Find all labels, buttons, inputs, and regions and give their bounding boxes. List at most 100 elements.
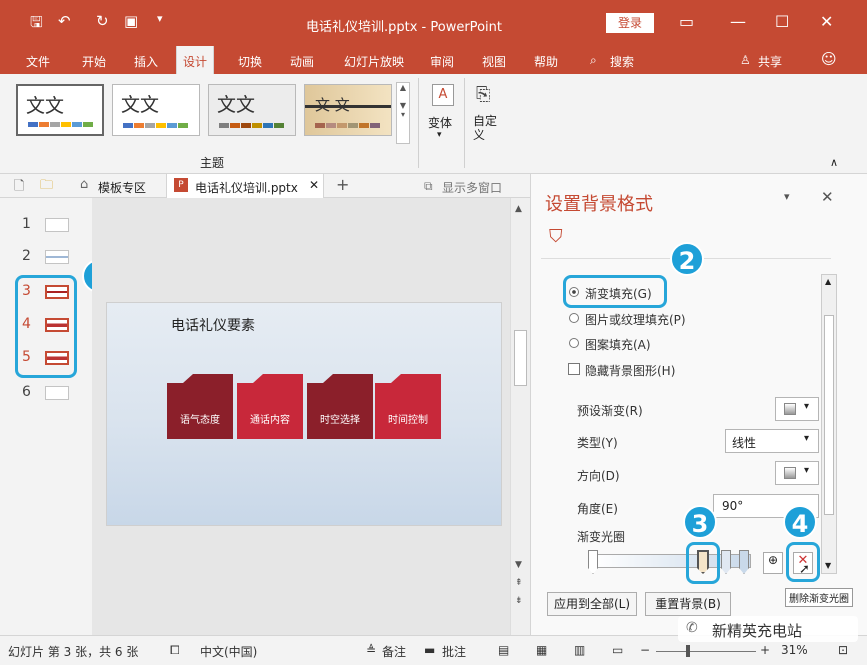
variants-button[interactable]: 变体 xyxy=(428,114,452,131)
preset-gradient-dropdown[interactable]: ▾ xyxy=(775,397,819,421)
gradient-stop-handle[interactable] xyxy=(588,550,598,574)
picture-fill-radio[interactable] xyxy=(569,313,579,323)
tab-help[interactable]: 帮助 xyxy=(528,51,564,72)
hide-graphics-checkbox[interactable] xyxy=(568,363,580,375)
smiley-icon[interactable]: ☺ xyxy=(815,48,843,70)
multi-window-icon[interactable]: ⧉ xyxy=(424,179,433,194)
theme-thumb-1[interactable]: 文文 xyxy=(16,84,104,136)
tab-file[interactable]: 文件 xyxy=(20,51,56,72)
zoom-level[interactable]: 31% xyxy=(781,643,808,657)
tab-design[interactable]: 设计 xyxy=(176,46,215,74)
pane-scrollbar[interactable]: ▲ ▼ xyxy=(821,274,837,574)
pattern-fill-label[interactable]: 图案填充(A) xyxy=(585,336,651,353)
add-gradient-stop-icon[interactable]: ⊕ xyxy=(763,552,783,574)
language-status[interactable]: 中文(中国) xyxy=(200,643,257,660)
maximize-icon[interactable]: ☐ xyxy=(775,12,789,31)
undo-icon[interactable]: ↶ xyxy=(58,12,71,30)
hide-graphics-label[interactable]: 隐藏背景图形(H) xyxy=(585,362,675,379)
search-icon[interactable]: ⌕ xyxy=(584,51,603,70)
theme-gallery-scroll[interactable]: ▲ ▼ ▾ xyxy=(396,82,410,144)
pattern-fill-radio[interactable] xyxy=(569,338,579,348)
fit-slide-icon[interactable]: ⊡ xyxy=(838,643,848,657)
gradient-stop-handle[interactable] xyxy=(739,550,749,574)
notes-icon[interactable]: ≜ xyxy=(366,643,376,657)
present-icon[interactable]: ▣ xyxy=(124,12,138,30)
gradient-stop-handle[interactable] xyxy=(721,550,731,574)
reset-background-button[interactable]: 重置背景(B) xyxy=(645,592,731,616)
tab-transitions[interactable]: 切换 xyxy=(232,51,268,72)
comments-icon[interactable]: ▬ xyxy=(424,643,435,657)
tab-slideshow[interactable]: 幻灯片放映 xyxy=(338,51,410,72)
customize-button[interactable]: 自定义 xyxy=(473,114,499,142)
type-dropdown[interactable]: 线性 ▾ xyxy=(725,429,819,453)
home-icon[interactable]: ⌂ xyxy=(80,177,88,192)
apply-to-all-button[interactable]: 应用到全部(L) xyxy=(547,592,637,616)
tab-view[interactable]: 视图 xyxy=(476,51,512,72)
minimize-icon[interactable]: — xyxy=(730,12,746,31)
highlight-box-4 xyxy=(786,542,820,582)
slide-box-4: 时间控制 xyxy=(375,383,441,439)
editor-scrollbar[interactable]: ▲ ▼ ⇞ ⇟ xyxy=(510,198,530,635)
zoom-out-icon[interactable]: − xyxy=(640,643,650,657)
slide-thumbnail-2[interactable] xyxy=(45,250,69,264)
scroll-up-icon[interactable]: ▲ xyxy=(515,204,522,214)
next-slide-icon[interactable]: ⇟ xyxy=(515,596,523,606)
add-tab-icon[interactable]: + xyxy=(336,175,349,194)
highlight-box-3 xyxy=(686,542,720,584)
customize-icon[interactable]: ⎘ xyxy=(476,84,490,105)
scroll-down-icon[interactable]: ▼ xyxy=(515,560,522,570)
group-label-themes: 主题 xyxy=(200,156,225,170)
comments-button[interactable]: 批注 xyxy=(442,643,466,660)
accessibility-icon[interactable]: ⧠ xyxy=(170,643,180,658)
save-icon[interactable]: 🖫 xyxy=(30,12,43,37)
theme-thumb-4[interactable]: 文 文 xyxy=(304,84,392,136)
tab-templates[interactable]: 模板专区 xyxy=(98,179,146,196)
slide-canvas[interactable]: 电话礼仪要素 语气态度 通话内容 时空选择 时间控制 xyxy=(106,302,502,526)
slide-sorter-icon[interactable]: ▦ xyxy=(536,643,547,657)
slideshow-icon[interactable]: ▭ xyxy=(612,643,623,657)
pane-scroll-up-icon[interactable]: ▲ xyxy=(825,277,831,286)
fill-bucket-icon[interactable]: ⛉ xyxy=(549,226,563,247)
folder-icon[interactable]: 🗀 xyxy=(40,176,53,198)
pane-scroll-thumb[interactable] xyxy=(824,315,834,515)
tab-animations[interactable]: 动画 xyxy=(284,51,320,72)
pane-options-icon[interactable]: ▾ xyxy=(784,190,790,203)
slide-thumbnail-6[interactable] xyxy=(45,386,69,400)
zoom-in-icon[interactable]: + xyxy=(760,643,770,657)
zoom-slider[interactable] xyxy=(656,651,756,652)
slide-number: 1 xyxy=(22,216,31,232)
type-label: 类型(Y) xyxy=(577,436,618,450)
new-file-icon[interactable]: 🗋 xyxy=(14,177,24,199)
direction-dropdown[interactable]: ▾ xyxy=(775,461,819,485)
tab-document[interactable]: P 电话礼仪培训.pptx ✕ xyxy=(166,174,324,198)
multi-window-button[interactable]: 显示多窗口 xyxy=(442,179,502,196)
tab-home[interactable]: 开始 xyxy=(76,51,112,72)
close-tab-icon[interactable]: ✕ xyxy=(309,178,319,192)
reading-view-icon[interactable]: ▥ xyxy=(574,643,585,657)
angle-label: 角度(E) xyxy=(577,502,618,516)
customize-qat-icon[interactable]: ▾ xyxy=(157,12,163,25)
normal-view-icon[interactable]: ▤ xyxy=(498,643,509,657)
close-pane-icon[interactable]: ✕ xyxy=(821,188,834,206)
redo-icon[interactable]: ↻ xyxy=(96,12,109,30)
picture-fill-label[interactable]: 图片或纹理填充(P) xyxy=(585,311,686,328)
notes-button[interactable]: 备注 xyxy=(382,643,406,660)
pane-scroll-down-icon[interactable]: ▼ xyxy=(825,561,831,570)
scroll-thumb[interactable] xyxy=(514,330,527,386)
slide-thumbnail-1[interactable] xyxy=(45,218,69,232)
watermark: ✆ 新精英充电站 xyxy=(678,616,858,642)
collapse-ribbon-icon[interactable]: ∧ xyxy=(830,156,838,169)
theme-thumb-3[interactable]: 文文 xyxy=(208,84,296,136)
prev-slide-icon[interactable]: ⇞ xyxy=(515,578,523,588)
zoom-slider-thumb[interactable] xyxy=(686,645,690,657)
login-button[interactable]: 登录 xyxy=(606,13,654,33)
share-button[interactable]: 共享 xyxy=(752,51,788,72)
search-button[interactable]: 搜索 xyxy=(604,51,640,72)
divider xyxy=(464,78,465,168)
tab-review[interactable]: 审阅 xyxy=(424,51,460,72)
theme-thumb-2[interactable]: 文文 xyxy=(112,84,200,136)
tab-insert[interactable]: 插入 xyxy=(128,51,164,72)
close-icon[interactable]: ✕ xyxy=(820,12,833,31)
variants-icon[interactable]: A xyxy=(432,84,454,106)
ribbon-display-icon[interactable]: ▭ xyxy=(679,12,694,31)
